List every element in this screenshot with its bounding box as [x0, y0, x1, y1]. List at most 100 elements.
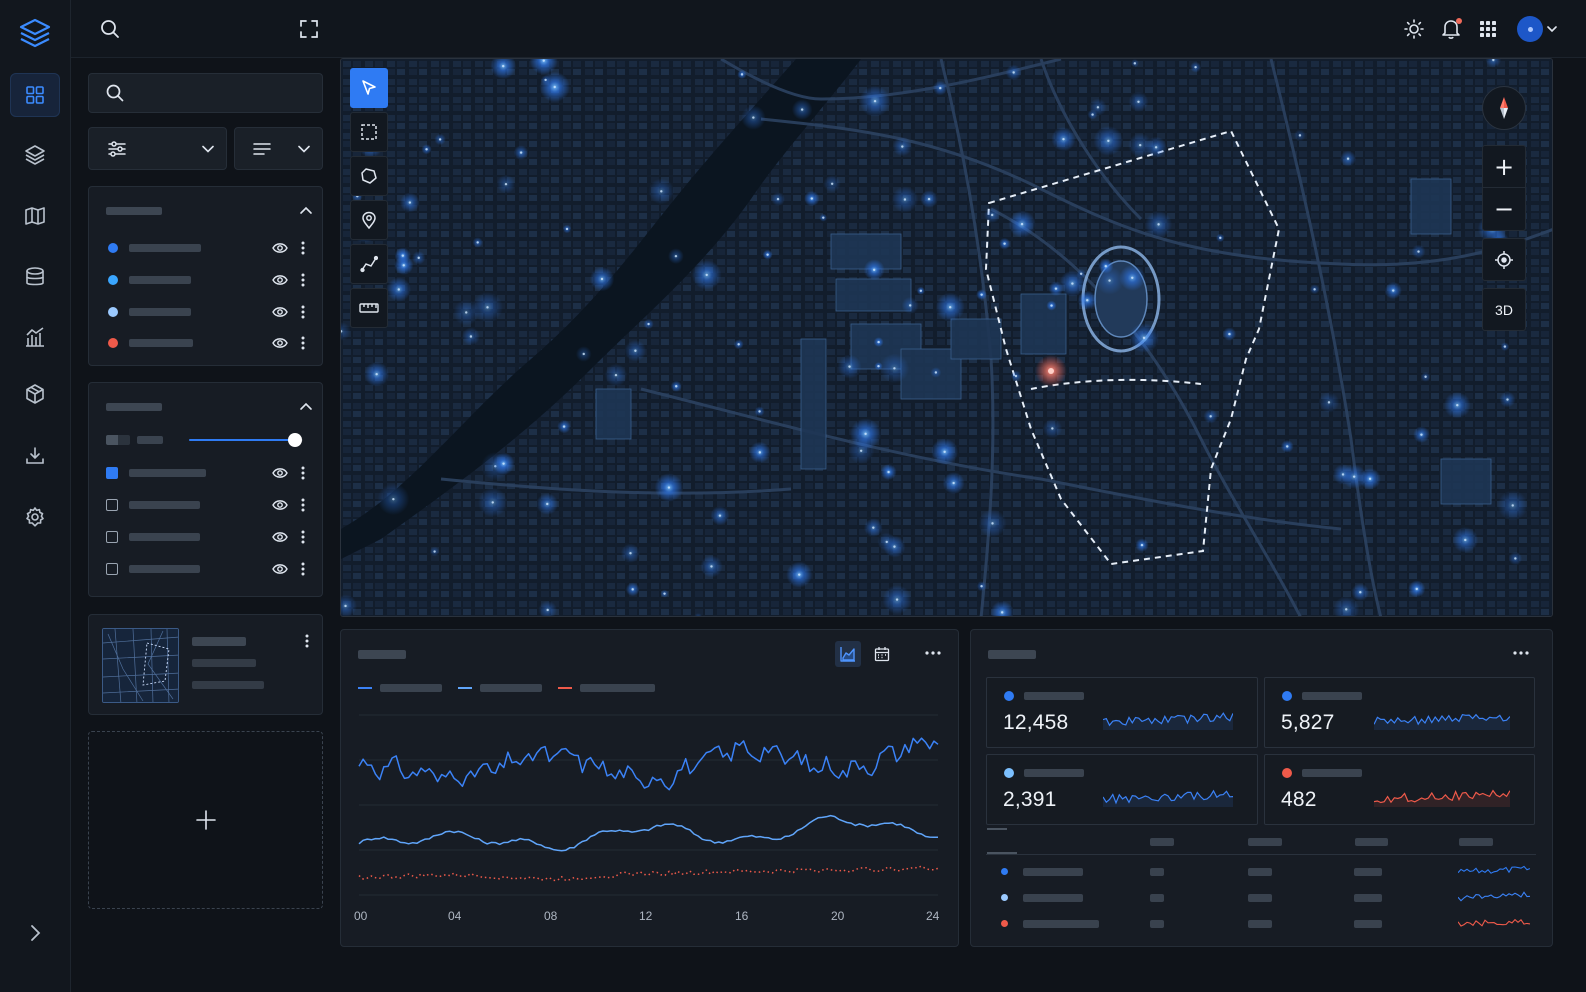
eye-icon[interactable]: [272, 530, 288, 544]
view-mode-label: 3D: [1495, 301, 1513, 318]
stat-label: [1302, 692, 1362, 700]
layer-row[interactable]: [89, 559, 322, 579]
layer-row[interactable]: [89, 302, 322, 322]
series-line: [358, 814, 939, 852]
more-vertical-icon[interactable]: [300, 561, 306, 577]
more-vertical-icon[interactable]: [300, 240, 306, 256]
opacity-slider[interactable]: [189, 433, 303, 447]
table: [971, 826, 1554, 936]
stat-tile[interactable]: 482: [1264, 754, 1535, 825]
layer-row[interactable]: [89, 495, 322, 515]
layer-row[interactable]: [89, 238, 322, 258]
layer-row[interactable]: [89, 270, 322, 290]
layer-row[interactable]: [89, 527, 322, 547]
sparkline: [1103, 789, 1233, 807]
layer-checkbox[interactable]: [106, 531, 118, 543]
ruler-tool[interactable]: [350, 288, 388, 328]
eye-icon[interactable]: [272, 562, 288, 576]
saved-view-card[interactable]: [88, 614, 323, 715]
row-sparkline-line: [1458, 918, 1530, 927]
rectangle-select-tool[interactable]: [350, 112, 388, 152]
more-vertical-icon[interactable]: [300, 497, 306, 513]
path-tool[interactable]: [350, 244, 388, 284]
table-row[interactable]: [986, 862, 1532, 882]
stat-tile[interactable]: 2,391: [986, 754, 1258, 825]
more-vertical-icon[interactable]: [300, 304, 306, 320]
stat-dot: [1004, 768, 1014, 778]
sort-dropdown[interactable]: [234, 127, 323, 170]
series-line: [358, 737, 939, 791]
polygon-tool[interactable]: [350, 156, 388, 196]
opacity-label: [137, 436, 163, 444]
stat-tile[interactable]: 5,827: [1264, 677, 1535, 748]
zoom-out-button[interactable]: −: [1482, 188, 1526, 231]
layer-checkbox[interactable]: [106, 563, 118, 575]
row-dot: [1001, 868, 1008, 875]
map-view[interactable]: + − 3D: [340, 58, 1553, 617]
dashboard-icon[interactable]: [10, 73, 60, 117]
more-horizontal-icon[interactable]: [1512, 650, 1530, 656]
more-vertical-icon[interactable]: [300, 465, 306, 481]
view-meta: [192, 659, 256, 667]
layers-logo-icon[interactable]: [17, 15, 53, 51]
sidebar-search[interactable]: [88, 73, 323, 113]
eye-icon[interactable]: [272, 498, 288, 512]
line-chart[interactable]: [341, 630, 960, 948]
fullscreen-icon[interactable]: [295, 15, 323, 43]
layers-icon[interactable]: [10, 133, 60, 177]
x-tick-label: 08: [544, 909, 558, 923]
avatar[interactable]: [1517, 16, 1559, 42]
layer-color-dot: [108, 243, 118, 253]
map-canvas[interactable]: [341, 59, 1553, 617]
settings-icon[interactable]: [10, 495, 60, 539]
more-vertical-icon[interactable]: [300, 272, 306, 288]
view-meta: [192, 681, 264, 689]
eye-icon[interactable]: [272, 305, 288, 319]
stat-tile[interactable]: 12,458: [986, 677, 1258, 748]
pin-tool[interactable]: [350, 200, 388, 240]
analytics-icon[interactable]: [10, 315, 60, 359]
pointer-tool[interactable]: [350, 68, 388, 108]
row-cell: [1248, 894, 1272, 902]
compass-icon[interactable]: [1482, 86, 1526, 130]
layer-checkbox[interactable]: [106, 467, 118, 479]
layer-row[interactable]: [89, 463, 322, 483]
slider-handle[interactable]: [288, 433, 303, 447]
bell-icon[interactable]: [1437, 15, 1465, 43]
x-tick-label: 24: [926, 909, 940, 923]
filter-dropdown[interactable]: [88, 127, 227, 170]
table-row[interactable]: [986, 888, 1532, 908]
chevron-up-icon[interactable]: [298, 203, 314, 219]
layer-checkbox[interactable]: [106, 499, 118, 511]
eye-icon[interactable]: [272, 466, 288, 480]
locate-button[interactable]: [1482, 238, 1526, 281]
add-view-button[interactable]: [88, 731, 323, 909]
download-icon[interactable]: [10, 434, 60, 478]
path-icon: [360, 255, 378, 273]
more-vertical-icon[interactable]: [304, 633, 310, 649]
search-icon[interactable]: [96, 15, 124, 43]
search-input[interactable]: [135, 85, 315, 101]
chevron-up-icon[interactable]: [298, 399, 314, 415]
table-row[interactable]: [986, 914, 1532, 934]
eye-icon[interactable]: [272, 336, 288, 350]
row-cell: [1354, 868, 1382, 876]
layer-color-dot: [108, 338, 118, 348]
eye-icon[interactable]: [272, 241, 288, 255]
package-icon[interactable]: [10, 372, 60, 416]
brightness-icon[interactable]: [1400, 15, 1428, 43]
3d-toggle-button[interactable]: 3D: [1482, 288, 1526, 331]
zoom-in-button[interactable]: +: [1482, 145, 1526, 188]
apps-grid-icon[interactable]: [1474, 15, 1502, 43]
expand-rail-chevron-icon[interactable]: [22, 920, 48, 946]
layer-row[interactable]: [89, 333, 322, 353]
database-icon[interactable]: [10, 255, 60, 299]
layer-label: [129, 469, 206, 477]
stat-value: 2,391: [1003, 788, 1057, 811]
eye-icon[interactable]: [272, 273, 288, 287]
more-vertical-icon[interactable]: [300, 529, 306, 545]
ruler-icon: [359, 303, 379, 313]
row-label: [1023, 894, 1083, 902]
map-icon[interactable]: [10, 194, 60, 238]
more-vertical-icon[interactable]: [300, 335, 306, 351]
